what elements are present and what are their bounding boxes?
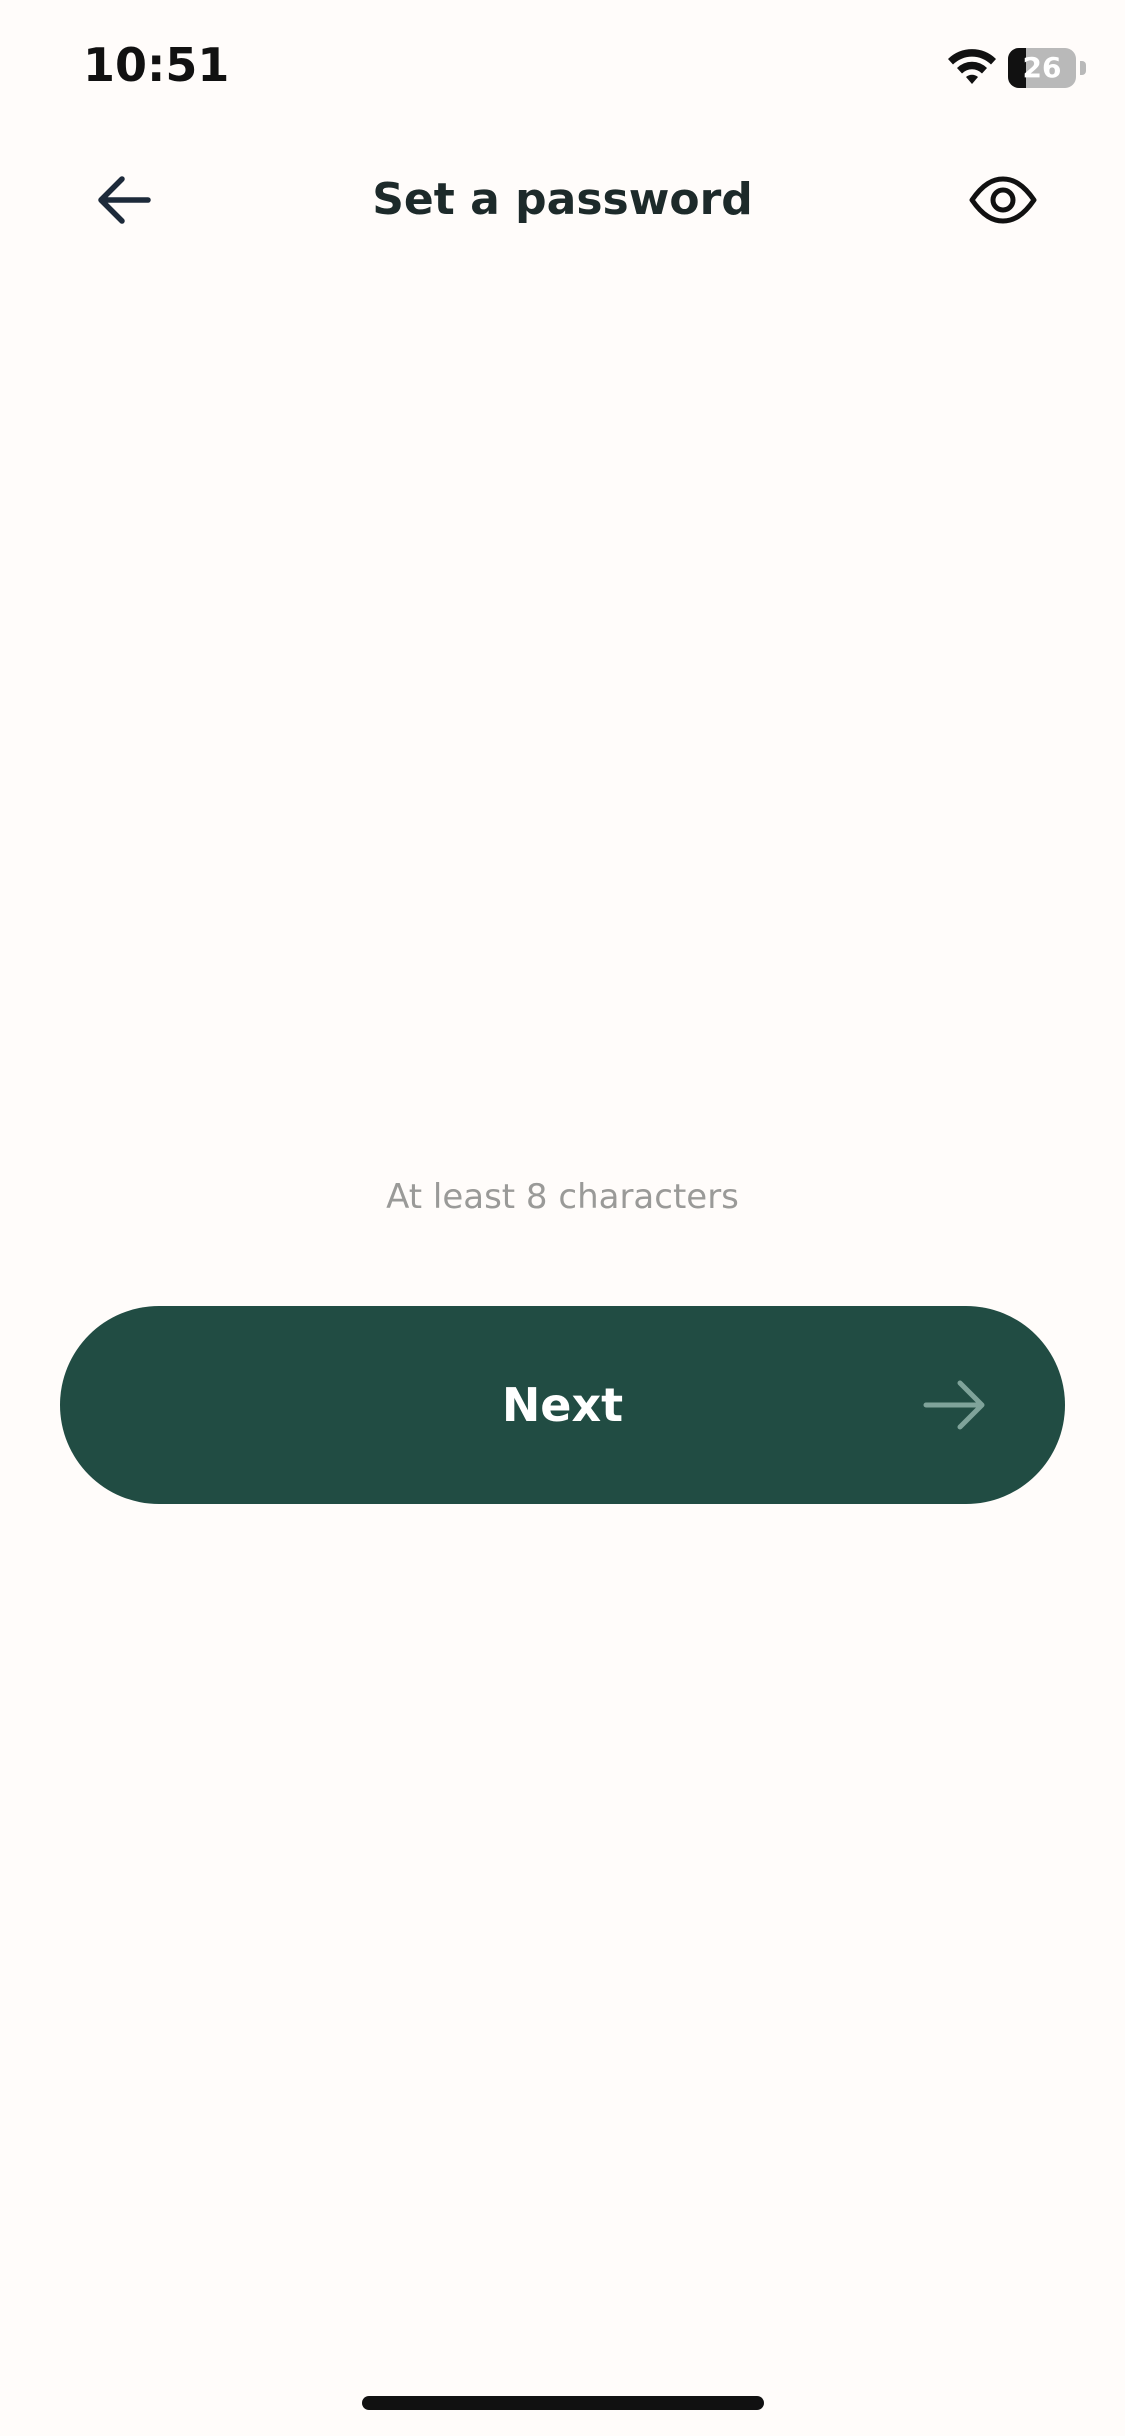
battery-icon: 26 <box>1008 48 1088 88</box>
password-hint: At least 8 characters <box>386 1177 739 1217</box>
screen: 10:51 26 Set a password At least 8 chara… <box>0 0 1125 2436</box>
battery-level: 26 <box>1022 51 1062 84</box>
status-time: 10:51 <box>83 38 230 92</box>
page-title: Set a password <box>372 174 753 225</box>
status-bar: 10:51 26 <box>0 0 1125 140</box>
wifi-icon <box>948 49 996 84</box>
back-button[interactable] <box>86 162 162 238</box>
next-button[interactable]: Next <box>60 1306 1065 1504</box>
arrow-left-icon <box>98 176 151 224</box>
home-indicator[interactable] <box>362 2396 764 2410</box>
arrow-right-icon <box>923 1380 985 1430</box>
eye-icon <box>969 176 1037 224</box>
header: Set a password <box>0 140 1125 260</box>
battery-cap <box>1080 61 1086 75</box>
password-input[interactable] <box>60 700 1069 862</box>
battery-body: 26 <box>1008 48 1076 88</box>
toggle-visibility-button[interactable] <box>960 160 1046 240</box>
next-button-label: Next <box>501 1378 624 1432</box>
